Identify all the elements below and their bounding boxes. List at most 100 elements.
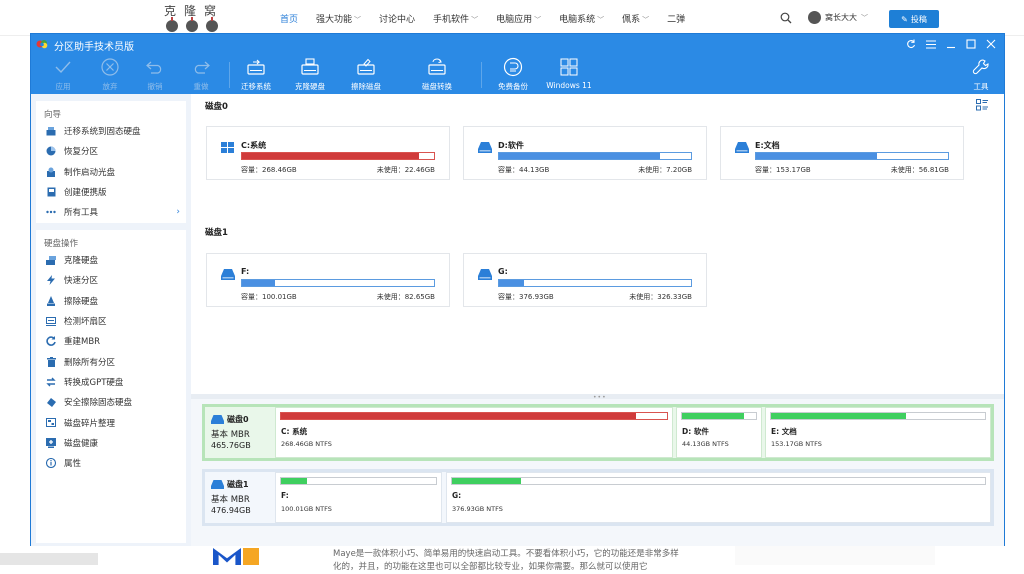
partition-card-e[interactable]: E:文档 容量：153.17GB 未使用：56.81GB bbox=[720, 126, 964, 180]
clone-disk-icon bbox=[46, 255, 56, 265]
post-button[interactable]: ✎ 投稿 bbox=[889, 10, 939, 28]
sidebar-item-check-bad-sectors[interactable]: 检测坏扇区 bbox=[36, 311, 186, 331]
wipe-icon bbox=[46, 295, 56, 306]
disk0-segment-d[interactable]: D: 软件 44.13GB NTFS bbox=[676, 407, 762, 458]
sidebar-item-all-tools[interactable]: 所有工具 › bbox=[36, 202, 186, 222]
sidebar-item-delete-all-partitions[interactable]: 删除所有分区 bbox=[36, 351, 186, 371]
disk-icon bbox=[211, 415, 224, 424]
menu-icon[interactable] bbox=[922, 36, 940, 52]
refresh-icon[interactable] bbox=[902, 36, 920, 52]
sidebar-item-migrate-os[interactable]: 迁移系统到固态硬盘 bbox=[36, 121, 186, 141]
sidebar-item-disk-health[interactable]: 磁盘健康 bbox=[36, 433, 186, 453]
migrate-system-button[interactable]: 迁移系统 bbox=[232, 57, 280, 93]
drive-icon bbox=[221, 269, 235, 280]
undo-icon bbox=[145, 57, 165, 77]
sidebar-item-recover-partition[interactable]: 恢复分区 bbox=[36, 141, 186, 161]
sidebar-item-rebuild-mbr[interactable]: 重建MBR bbox=[36, 331, 186, 351]
chevron-down-icon: ﹀ bbox=[642, 16, 650, 24]
partition-card-d[interactable]: D:软件 容量：44.13GB 未使用：7.20GB bbox=[463, 126, 707, 180]
partition-card-view: 磁盘0 C:系统 容量：268.46GB 未使用：22.46GB D:软件 容量… bbox=[191, 94, 1004, 394]
sidebar-item-quick-partition[interactable]: 快速分区 bbox=[36, 270, 186, 290]
user-menu[interactable]: 窝长大大 ﹀ bbox=[808, 11, 868, 24]
sidebar-item-bootable-media[interactable]: 制作启动光盘 bbox=[36, 162, 186, 182]
partition-card-g[interactable]: G: 容量：376.93GB 未使用：326.33GB bbox=[463, 253, 707, 307]
sidebar-item-clone-disk[interactable]: 克隆硬盘 bbox=[36, 250, 186, 270]
free-space-label: 未使用：7.20GB bbox=[638, 166, 692, 174]
free-backup-button[interactable]: 免费备份 bbox=[489, 57, 537, 93]
disk0-segment-c[interactable]: C: 系统 268.46GB NTFS bbox=[275, 407, 673, 458]
bad-sector-icon bbox=[46, 316, 56, 326]
nav-mobile-software[interactable]: 手机软件 ﹀ bbox=[433, 12, 478, 25]
edit-icon: ✎ bbox=[901, 14, 908, 24]
nav-second[interactable]: 二弹 bbox=[667, 12, 685, 25]
sidebar-item-defrag[interactable]: 磁盘碎片整理 bbox=[36, 412, 186, 432]
partition-name: F: bbox=[241, 267, 250, 276]
article-excerpt: Maye是一款体积小巧、简单易用的快速启动工具。不要看体积小巧，它的功能还是非常… bbox=[333, 549, 679, 572]
minimize-icon[interactable] bbox=[942, 36, 960, 52]
usage-bar bbox=[498, 279, 692, 287]
partition-name: G: bbox=[498, 267, 508, 276]
site-logo-text: 克隆窝 bbox=[164, 4, 225, 18]
disk1-heading: 磁盘1 bbox=[205, 228, 228, 238]
disk-type: 基本 MBR bbox=[211, 495, 250, 505]
disk1-segment-g[interactable]: G: 376.93GB NTFS bbox=[446, 472, 991, 523]
nav-forum[interactable]: 讨论中心 bbox=[379, 12, 415, 25]
tools-button[interactable]: 工具 bbox=[959, 57, 1003, 93]
nav-features[interactable]: 强大功能 ﹀ bbox=[316, 12, 361, 25]
disk1-row[interactable]: 磁盘1 基本 MBR 476.94GB F: 100.01GB NTFS G: … bbox=[202, 469, 994, 526]
chevron-right-icon: › bbox=[176, 207, 180, 218]
chevron-down-icon: ﹀ bbox=[597, 16, 605, 24]
convert-icon bbox=[46, 377, 56, 387]
sidebar-item-wipe-disk[interactable]: 擦除硬盘 bbox=[36, 291, 186, 311]
maximize-icon[interactable] bbox=[962, 36, 980, 52]
free-space-label: 未使用：82.65GB bbox=[376, 293, 435, 301]
sidebar-item-portable-version[interactable]: 创建便携版 bbox=[36, 182, 186, 202]
nav-misc[interactable]: 佩系 ﹀ bbox=[622, 12, 649, 25]
free-space-label: 未使用：22.46GB bbox=[376, 166, 435, 174]
wrench-icon bbox=[971, 57, 991, 77]
maye-logo bbox=[213, 548, 259, 565]
usage-bar bbox=[280, 477, 437, 485]
user-name: 窝长大大 bbox=[825, 13, 857, 22]
windows-logo-icon bbox=[559, 57, 579, 77]
discard-button[interactable]: 放弃 bbox=[86, 57, 134, 93]
disk1-segment-f[interactable]: F: 100.01GB NTFS bbox=[275, 472, 442, 523]
sidebar-item-properties[interactable]: 属性 bbox=[36, 453, 186, 473]
disk-type: 基本 MBR bbox=[211, 430, 250, 440]
undo-button[interactable]: 撤销 bbox=[131, 57, 179, 93]
disk0-row[interactable]: 磁盘0 基本 MBR 465.76GB C: 系统 268.46GB NTFS … bbox=[202, 404, 994, 461]
disk0-segment-e[interactable]: E: 文档 153.17GB NTFS bbox=[765, 407, 991, 458]
partition-card-c[interactable]: C:系统 容量：268.46GB 未使用：22.46GB bbox=[206, 126, 450, 180]
windows11-button[interactable]: Windows 11 bbox=[545, 57, 593, 93]
disk-convert-button[interactable]: 磁盘转换 bbox=[413, 57, 461, 93]
disk-size: 465.76GB bbox=[211, 441, 251, 450]
partition-card-f[interactable]: F: 容量：100.01GB 未使用：82.65GB bbox=[206, 253, 450, 307]
drive-icon bbox=[478, 269, 492, 280]
article-sidebar-box bbox=[735, 545, 935, 565]
usage-bar bbox=[241, 152, 435, 160]
title-bar[interactable]: 分区助手技术员版 bbox=[31, 34, 1004, 54]
apply-button[interactable]: 应用 bbox=[39, 57, 87, 93]
window-controls bbox=[902, 36, 1000, 52]
search-icon[interactable] bbox=[780, 12, 792, 24]
usage-bar bbox=[241, 279, 435, 287]
nav-home[interactable]: 首页 bbox=[280, 12, 298, 25]
redo-button[interactable]: 重做 bbox=[177, 57, 225, 93]
drive-icon bbox=[478, 142, 492, 153]
app-logo-icon bbox=[36, 40, 48, 49]
wipe-disk-button[interactable]: 擦除磁盘 bbox=[342, 57, 390, 93]
sidebar-item-secure-erase-ssd[interactable]: 安全擦除固态硬盘 bbox=[36, 392, 186, 412]
site-logo[interactable]: 克隆窝 bbox=[160, 2, 224, 34]
nav-pc-apps[interactable]: 电脑应用 ﹀ bbox=[496, 12, 541, 25]
disk-label: 磁盘0 bbox=[227, 415, 249, 424]
sidebar-item-convert-gpt[interactable]: 转换成GPT硬盘 bbox=[36, 372, 186, 392]
close-icon[interactable] bbox=[982, 36, 1000, 52]
clone-disk-button[interactable]: 克隆硬盘 bbox=[286, 57, 334, 93]
site-nav-menu: 首页 强大功能 ﹀ 讨论中心 手机软件 ﹀ 电脑应用 ﹀ 电脑系统 ﹀ 佩系 ﹀ 二弹 bbox=[280, 12, 703, 25]
wipe-disk-icon bbox=[356, 57, 376, 77]
free-space-label: 未使用：56.81GB bbox=[890, 166, 949, 174]
view-toggle-icon[interactable] bbox=[976, 99, 988, 111]
disk-icon bbox=[211, 480, 224, 489]
nav-pc-system[interactable]: 电脑系统 ﹀ bbox=[559, 12, 604, 25]
health-icon bbox=[46, 437, 56, 448]
